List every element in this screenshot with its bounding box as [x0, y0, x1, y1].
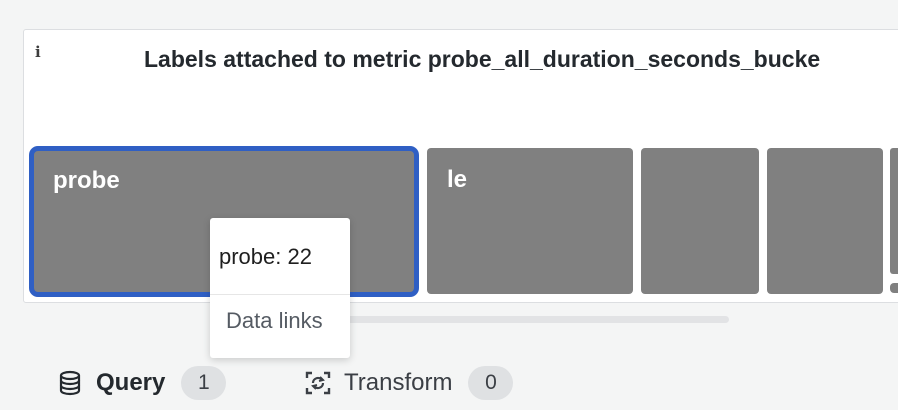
tab-label: Transform: [344, 369, 453, 396]
tile-unlabeled[interactable]: [641, 148, 759, 294]
vertical-scrollbar-thumb[interactable]: [890, 283, 898, 293]
tile-le[interactable]: le: [427, 148, 633, 294]
query-count-badge: 1: [181, 366, 227, 400]
data-links-link[interactable]: Data links: [226, 308, 323, 334]
tab-query[interactable]: Query 1: [56, 365, 227, 401]
transform-count-badge: 0: [468, 366, 514, 400]
panel-title: Labels attached to metric probe_all_dura…: [144, 46, 821, 72]
database-icon: [56, 369, 84, 397]
tooltip-value: probe: 22: [219, 244, 312, 269]
tab-label: Query: [96, 369, 166, 396]
transform-icon: [304, 369, 332, 397]
divider: [210, 294, 350, 295]
tab-transform[interactable]: Transform 0: [304, 365, 514, 401]
tile-partial[interactable]: [890, 148, 898, 274]
tile-unlabeled[interactable]: [767, 148, 883, 294]
panel: i Labels attached to metric probe_all_du…: [23, 29, 898, 303]
info-icon[interactable]: i: [35, 44, 45, 60]
tile-label: le: [447, 166, 468, 193]
tile-label: probe: [53, 167, 120, 194]
tooltip: probe: 22 Data links: [210, 218, 350, 358]
horizontal-scrollbar[interactable]: [300, 316, 729, 323]
